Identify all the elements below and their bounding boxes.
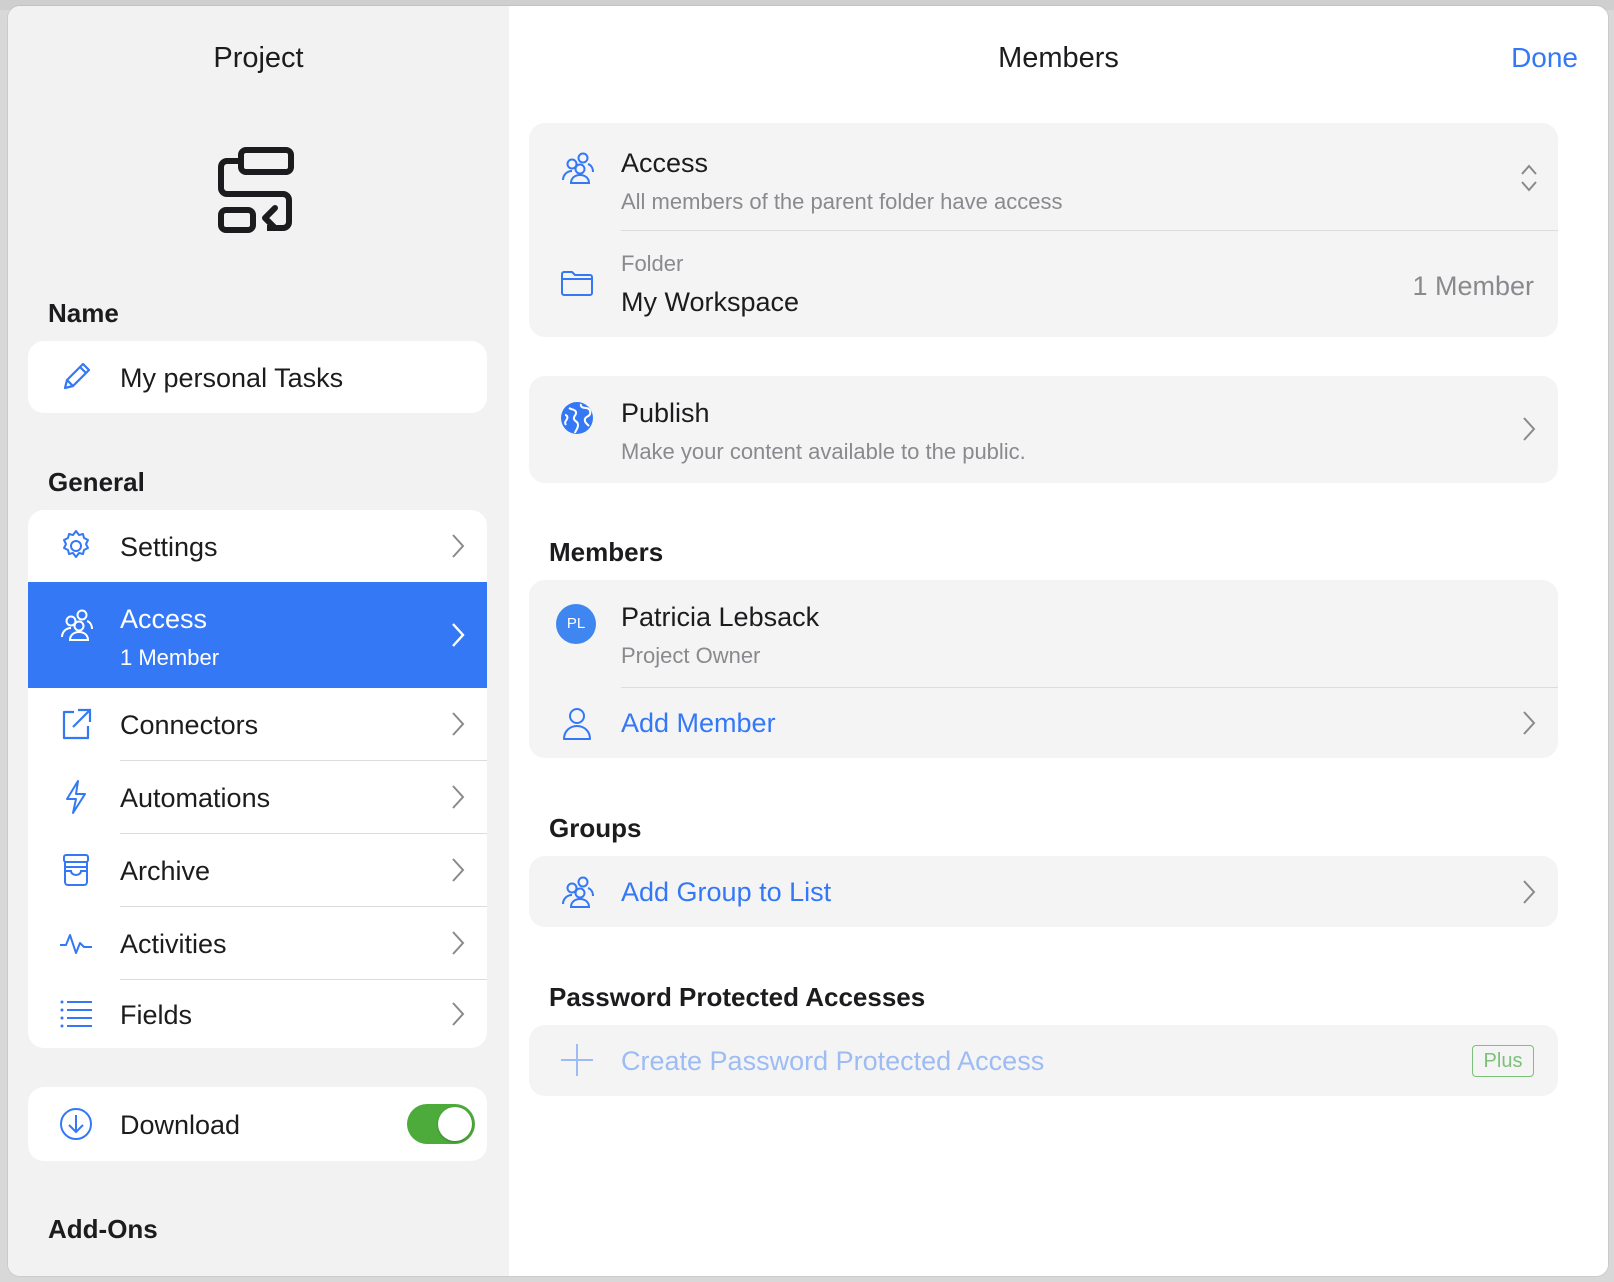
download-label: Download xyxy=(120,1110,241,1140)
general-menu: Settings Access 1 Member Connectors Auto… xyxy=(28,510,487,1048)
globe-icon xyxy=(561,402,593,434)
add-group-label: Add Group to List xyxy=(621,877,832,907)
name-section-label: Name xyxy=(48,298,119,328)
access-label: Access xyxy=(621,148,709,178)
chevron-right-icon xyxy=(452,1002,465,1026)
members-card: PL Patricia Lebsack Project Owner Add Me… xyxy=(529,580,1558,758)
sidebar-item-label: Activities xyxy=(120,929,227,959)
sidebar-item-connectors[interactable]: Connectors xyxy=(28,688,487,760)
member-role: Project Owner xyxy=(621,643,761,668)
pulse-icon xyxy=(60,934,92,954)
create-password-access-button[interactable]: Create Password Protected Access Plus xyxy=(529,1025,1558,1096)
project-name-row[interactable]: My personal Tasks xyxy=(28,341,487,413)
project-sheet: Project Name My personal Tasks General S… xyxy=(8,6,1608,1276)
project-name-value[interactable]: My personal Tasks xyxy=(120,363,343,394)
download-toggle[interactable] xyxy=(407,1104,475,1144)
members-section-label: Members xyxy=(549,537,664,567)
plus-badge: Plus xyxy=(1472,1045,1534,1077)
chevron-right-icon xyxy=(452,858,465,882)
sidebar-item-settings[interactable]: Settings xyxy=(28,510,487,582)
members-panel: Members Done Access All members of the p… xyxy=(509,6,1608,1276)
access-mode-selector[interactable]: Access All members of the parent folder … xyxy=(529,123,1558,230)
sidebar-item-label: Fields xyxy=(120,1000,193,1030)
add-member-label: Add Member xyxy=(621,708,776,738)
publish-label: Publish xyxy=(621,398,710,428)
people-icon xyxy=(562,876,594,908)
toggle-knob xyxy=(438,1107,472,1141)
add-group-button[interactable]: Add Group to List xyxy=(529,856,1558,927)
folder-caption: Folder xyxy=(621,251,684,276)
sidebar-item-sub: 1 Member xyxy=(120,645,220,670)
project-board-icon xyxy=(218,147,294,233)
groups-section-label: Groups xyxy=(549,813,642,843)
page-title: Members xyxy=(998,42,1119,74)
publish-card[interactable]: Publish Make your content available to t… xyxy=(529,376,1558,483)
folder-name: My Workspace xyxy=(621,287,800,317)
access-description: All members of the parent folder have ac… xyxy=(621,189,1063,214)
sidebar-title: Project xyxy=(213,42,304,74)
pencil-icon xyxy=(63,362,91,390)
create-password-label: Create Password Protected Access xyxy=(621,1046,1045,1076)
chevron-right-icon xyxy=(1523,880,1536,904)
chevron-right-icon xyxy=(452,931,465,955)
addons-section-label: Add-Ons xyxy=(48,1214,158,1244)
people-icon xyxy=(61,609,93,641)
chevron-right-icon xyxy=(452,623,465,647)
chevron-right-icon xyxy=(452,712,465,736)
sidebar-item-archive[interactable]: Archive xyxy=(28,834,487,906)
person-icon xyxy=(563,708,591,740)
avatar: PL xyxy=(556,604,596,644)
sidebar-item-label: Archive xyxy=(120,856,211,886)
publish-description: Make your content available to the publi… xyxy=(621,439,1026,464)
sidebar-item-label: Access xyxy=(120,604,208,634)
member-row[interactable]: PL Patricia Lebsack Project Owner xyxy=(529,580,1558,687)
sidebar-item-access[interactable]: Access 1 Member xyxy=(28,582,487,688)
sidebar-item-fields[interactable]: Fields xyxy=(28,980,487,1048)
folder-icon xyxy=(561,271,593,296)
bolt-icon xyxy=(66,780,86,814)
archive-box-icon xyxy=(63,854,89,886)
chevron-up-down-icon xyxy=(1521,164,1537,192)
plus-icon xyxy=(561,1044,593,1076)
download-circle-icon xyxy=(60,1108,92,1140)
project-name-field[interactable]: My personal Tasks xyxy=(28,341,487,413)
sidebar-item-label: Connectors xyxy=(120,710,259,740)
list-icon xyxy=(60,1000,92,1028)
chevron-right-icon xyxy=(452,785,465,809)
chevron-right-icon xyxy=(452,534,465,558)
chevron-right-icon xyxy=(1523,711,1536,735)
sidebar-item-activities[interactable]: Activities xyxy=(28,907,487,979)
password-section-label: Password Protected Accesses xyxy=(549,982,926,1012)
general-section-label: General xyxy=(48,467,145,497)
access-card: Access All members of the parent folder … xyxy=(529,123,1558,337)
sidebar-item-label: Automations xyxy=(120,783,271,813)
external-link-icon xyxy=(62,708,92,740)
chevron-right-icon xyxy=(1523,417,1536,441)
sidebar: Project Name My personal Tasks General S… xyxy=(8,6,509,1276)
password-card: Create Password Protected Access Plus xyxy=(529,1025,1558,1096)
member-name: Patricia Lebsack xyxy=(621,602,820,632)
people-icon xyxy=(562,152,594,184)
folder-member-count: 1 Member xyxy=(1412,271,1534,301)
parent-folder-row: Folder My Workspace 1 Member xyxy=(529,231,1558,337)
done-button[interactable]: Done xyxy=(1511,42,1578,74)
add-member-button[interactable]: Add Member xyxy=(529,688,1558,758)
sidebar-item-label: Settings xyxy=(120,532,218,562)
groups-card: Add Group to List xyxy=(529,856,1558,927)
sidebar-item-automations[interactable]: Automations xyxy=(28,761,487,833)
publish-row[interactable]: Publish Make your content available to t… xyxy=(529,376,1558,483)
download-row: Download xyxy=(28,1087,487,1161)
download-card: Download xyxy=(28,1087,487,1161)
gear-icon xyxy=(63,530,89,558)
